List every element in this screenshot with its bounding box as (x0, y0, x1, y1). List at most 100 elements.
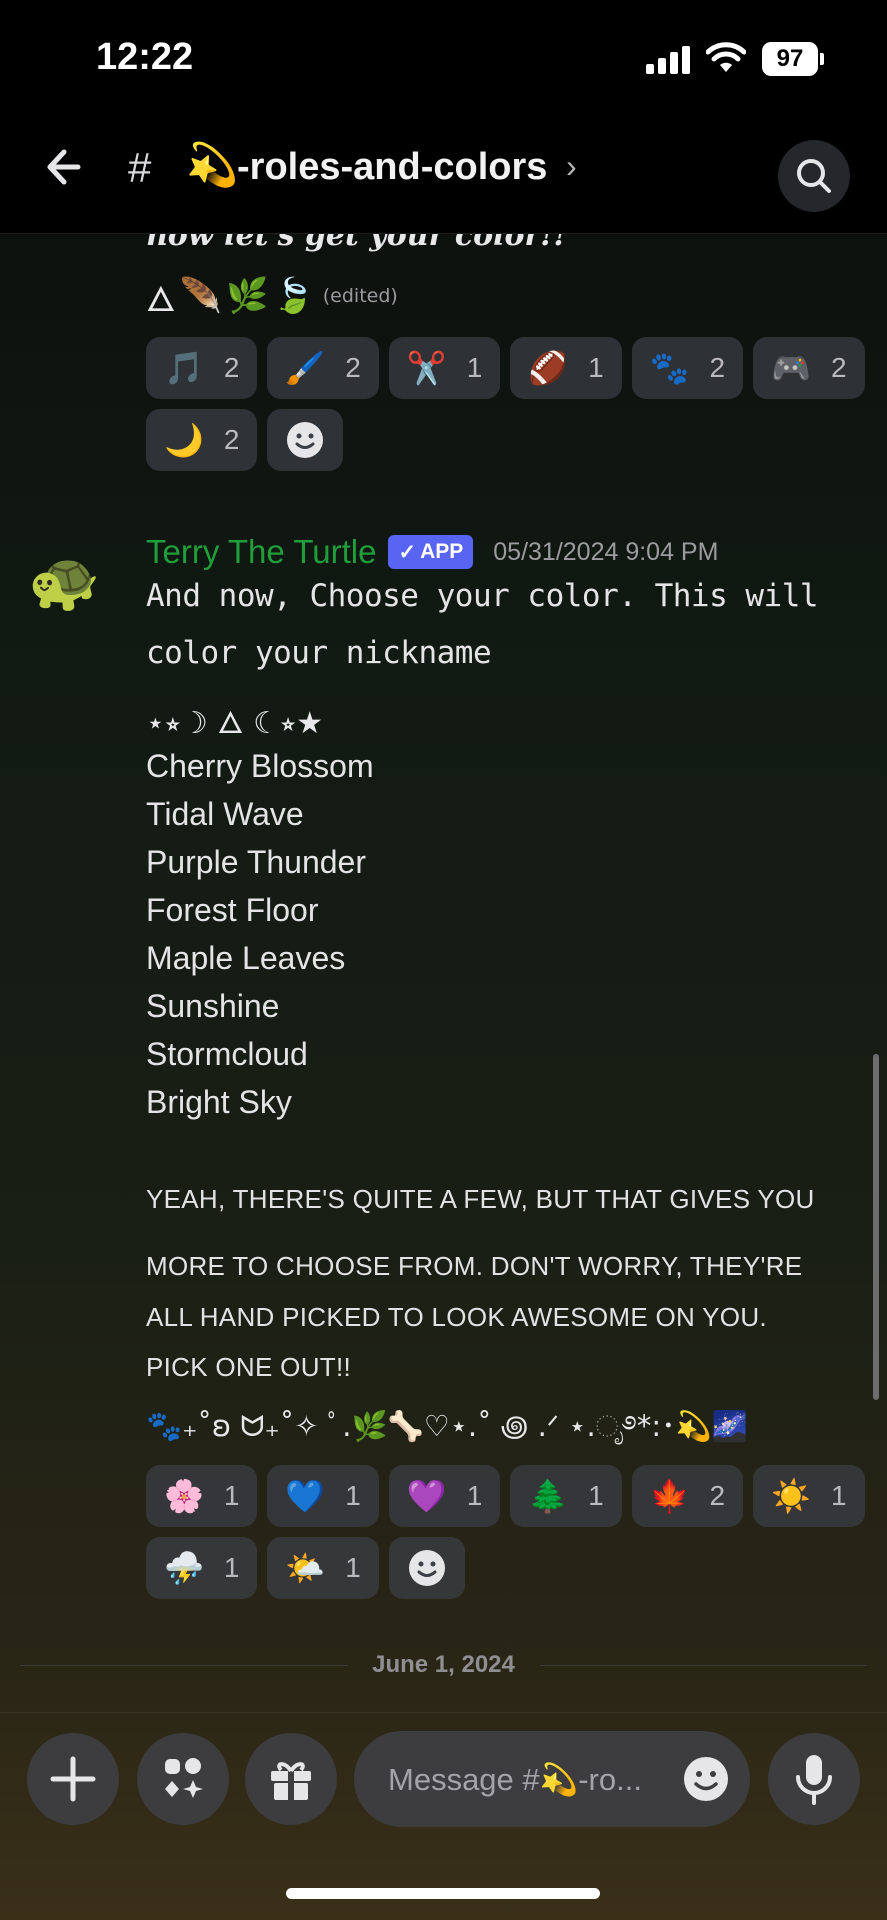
reaction-count: 1 (588, 1480, 604, 1511)
arrow-left-icon[interactable] (38, 140, 92, 194)
reaction-evergreen-tree[interactable]: 🌲 1 (510, 1465, 622, 1527)
channel-emoji[interactable]: 💫 (186, 140, 238, 190)
reaction-count: 1 (223, 1552, 240, 1583)
add-attachment-button[interactable] (27, 1733, 119, 1825)
game-controller-icon: 🎮 (771, 349, 811, 387)
reaction-count: 2 (830, 352, 847, 383)
crescent-moon-icon: 🌙 (164, 421, 204, 459)
evergreen-tree-icon: 🌲 (528, 1477, 569, 1515)
chevron-right-icon[interactable]: › (566, 148, 577, 185)
apps-icon (165, 1758, 203, 1798)
reaction-count: 2 (709, 1480, 726, 1511)
sun-behind-cloud-icon: 🌤️ (285, 1549, 326, 1587)
app-badge: ✓ APP (388, 535, 474, 569)
reaction-count: 2 (223, 352, 240, 383)
reaction-game-controller[interactable]: 🎮 2 (753, 337, 865, 399)
home-indicator[interactable] (286, 1888, 600, 1899)
gift-button[interactable] (245, 1733, 337, 1825)
color-option-sunshine: Sunshine (146, 988, 280, 1024)
paw-prints-icon: 🐾 (649, 349, 690, 387)
plus-icon (50, 1756, 96, 1802)
color-option-bright-sky: Bright Sky (146, 1084, 292, 1120)
reaction-sun[interactable]: ☀️ 1 (753, 1465, 865, 1527)
message-timestamp: 05/31/2024 9:04 PM (493, 537, 719, 566)
reaction-football[interactable]: 🏈 1 (510, 337, 622, 399)
reaction-sun-behind-cloud[interactable]: 🌤️ 1 (267, 1537, 379, 1599)
battery-level: 97 (762, 42, 818, 76)
reaction-count: 1 (466, 352, 483, 383)
note-line: YEAH, THERE'S QUITE A FEW, BUT THAT GIVE… (146, 1184, 815, 1214)
reaction-blue-heart[interactable]: 💙 1 (267, 1465, 379, 1527)
previous-message-reactions: 🎵 2 🖌️ 2 ✂️ 1 🏈 1 🐾 2 🎮 2 🌙 2 (146, 337, 866, 471)
color-option-purple-thunder: Purple Thunder (146, 844, 366, 880)
reaction-count: 1 (345, 1480, 361, 1511)
cellular-signal-icon (646, 46, 690, 74)
emoji-icon (287, 422, 324, 458)
scissors-icon: ✂️ (406, 349, 447, 387)
message-input-placeholder: Message #💫-ro... (388, 1762, 642, 1797)
reaction-maple-leaf[interactable]: 🍁 2 (631, 1465, 744, 1527)
channel-header: # 💫 -roles-and-colors › (0, 110, 887, 234)
channel-name[interactable]: -roles-and-colors (237, 146, 547, 189)
herb-icon: 🌿 (226, 276, 269, 316)
checkmark-icon: ✓ (398, 540, 417, 564)
football-icon: 🏈 (528, 349, 569, 387)
status-bar: 12:22 97 (0, 0, 887, 110)
reaction-count: 1 (223, 1480, 240, 1511)
reaction-count: 1 (345, 1552, 361, 1583)
apps-button[interactable] (137, 1733, 229, 1825)
reaction-paintbrush[interactable]: 🖌️ 2 (267, 337, 379, 399)
color-option-maple-leaves: Maple Leaves (146, 940, 346, 976)
blue-heart-icon: 💙 (285, 1477, 326, 1515)
reaction-moon[interactable]: 🌙 2 (146, 409, 258, 471)
note-line: MORE TO CHOOSE FROM. DON'T WORRY, THEY'R… (146, 1251, 803, 1281)
microphone-icon (796, 1755, 832, 1805)
date-divider: June 1, 2024 (20, 1645, 867, 1685)
author-name[interactable]: Terry The Turtle (146, 533, 376, 571)
decoration-line: ⋆⭒☽ 🜂 ☾⭒★ (146, 706, 324, 741)
add-reaction-button[interactable] (388, 1537, 465, 1599)
battery-icon: 97 (762, 42, 824, 76)
musical-notes-icon: 🎵 (164, 349, 204, 387)
leaf-icon: 🍃 (272, 276, 315, 316)
cherry-blossom-icon: 🌸 (164, 1477, 204, 1515)
avatar[interactable]: 🐢 (28, 546, 118, 616)
gift-icon (271, 1762, 311, 1800)
previous-message-icons: 🜂 🪶 🌿 🍃 (edited) (146, 272, 398, 320)
paintbrush-icon: 🖌️ (285, 349, 326, 387)
decoration-line: 🐾₊˚ʚ ᗢ₊˚✧ ﾟ.🌿🦴♡⋆.˚ ꩜ .ᐟ ⋆.ೃ࿔*:･💫🌌 (146, 1409, 748, 1443)
color-option-cherry-blossom: Cherry Blossom (146, 748, 374, 784)
reaction-count: 2 (345, 352, 361, 383)
edited-label: (edited) (322, 285, 398, 307)
reaction-scissors[interactable]: ✂️ 1 (388, 337, 501, 399)
reaction-count: 2 (223, 424, 240, 455)
color-option-forest-floor: Forest Floor (146, 892, 319, 928)
sun-icon: ☀️ (771, 1477, 811, 1515)
reaction-music[interactable]: 🎵 2 (146, 337, 258, 399)
reaction-count: 1 (588, 352, 604, 383)
reaction-cherry-blossom[interactable]: 🌸 1 (146, 1465, 258, 1527)
reaction-paw-prints[interactable]: 🐾 2 (631, 337, 744, 399)
wifi-icon (706, 42, 746, 72)
reaction-count: 1 (466, 1480, 483, 1511)
alchemy-symbol-icon: 🜂 (146, 279, 176, 320)
scrollbar[interactable] (873, 1054, 879, 1400)
emoji-icon[interactable] (682, 1755, 730, 1803)
add-reaction-button[interactable] (267, 409, 344, 471)
color-option-tidal-wave: Tidal Wave (146, 796, 304, 832)
reaction-count: 2 (709, 352, 726, 383)
feather-icon: 🪶 (179, 276, 223, 316)
message-text-line: color your nickname (146, 635, 492, 671)
clock: 12:22 (96, 36, 194, 78)
message-input[interactable]: Message #💫-ro... (354, 1731, 750, 1827)
message-reactions: 🌸 1 💙 1 💜 1 🌲 1 🍁 2 ☀️ 1 ⛈️ 1 🌤️ 1 (146, 1465, 866, 1599)
voice-message-button[interactable] (768, 1733, 860, 1825)
reaction-thunder-cloud[interactable]: ⛈️ 1 (146, 1537, 258, 1599)
maple-leaf-icon: 🍁 (649, 1477, 690, 1515)
reaction-count: 1 (830, 1480, 847, 1511)
reaction-purple-heart[interactable]: 💜 1 (388, 1465, 501, 1527)
search-button[interactable] (778, 140, 850, 212)
emoji-icon (408, 1550, 445, 1586)
purple-heart-icon: 💜 (406, 1477, 447, 1515)
note-line: ALL HAND PICKED TO LOOK AWESOME ON YOU. (146, 1302, 767, 1332)
